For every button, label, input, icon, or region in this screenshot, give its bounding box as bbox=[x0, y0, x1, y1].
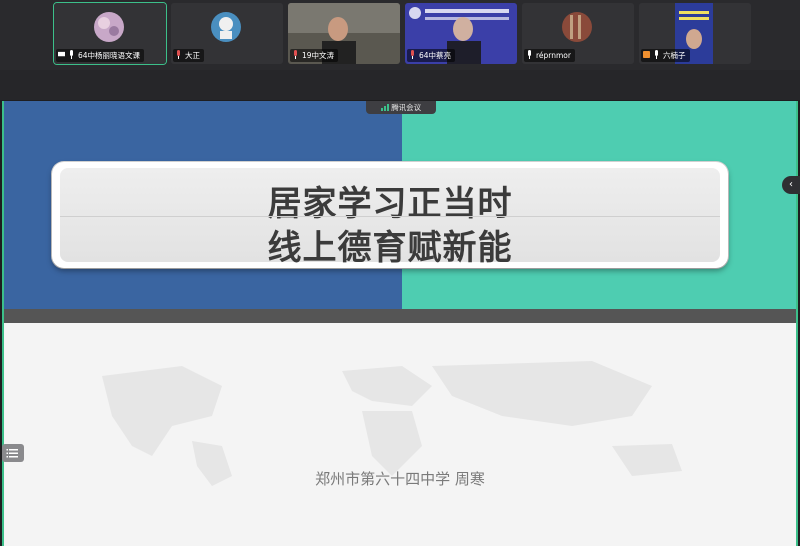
participant-name-tag: 64中蔡亮 bbox=[407, 49, 456, 62]
screen-share-border-left bbox=[2, 101, 4, 546]
host-icon bbox=[643, 51, 650, 58]
world-map-watermark bbox=[102, 361, 682, 486]
slide-title-card: 居家学习正当时 线上德育赋新能 bbox=[52, 162, 728, 268]
slide-divider-strip bbox=[2, 309, 798, 323]
microphone-muted-icon bbox=[177, 50, 180, 59]
participant-name: réprnmor bbox=[536, 51, 571, 60]
meeting-badge[interactable]: 腾讯会议 bbox=[366, 101, 436, 114]
participant-name: 19中文涛 bbox=[302, 51, 335, 60]
participant-tile[interactable]: 六楠子 bbox=[639, 3, 751, 64]
screen-share-icon bbox=[58, 51, 65, 57]
participant-name-tag: réprnmor bbox=[524, 49, 575, 62]
participant-name: 64中杨丽晓语文课 bbox=[78, 51, 141, 60]
participant-tile[interactable]: réprnmor bbox=[522, 3, 634, 64]
presenter-credit: 郑州市第六十四中学 周寒 bbox=[315, 470, 485, 488]
participant-name: 六楠子 bbox=[663, 51, 686, 60]
participant-name: 大正 bbox=[185, 51, 200, 60]
participant-name-tag: 六楠子 bbox=[641, 49, 690, 62]
slide-title-line-2: 线上德育赋新能 bbox=[267, 228, 513, 268]
chevron-left-icon: ‹ bbox=[789, 179, 793, 190]
title-card-inner: 居家学习正当时 线上德育赋新能 bbox=[60, 168, 720, 268]
signal-icon bbox=[380, 104, 389, 111]
side-panel-toggle[interactable]: ‹ bbox=[782, 176, 800, 194]
microphone-icon bbox=[70, 50, 73, 59]
meeting-badge-label: 腾讯会议 bbox=[391, 103, 422, 112]
slide-title-line-1: 居家学习正当时 bbox=[267, 184, 513, 224]
microphone-muted-icon bbox=[294, 50, 297, 59]
member-list-button[interactable] bbox=[2, 444, 24, 462]
list-icon bbox=[6, 449, 18, 458]
participant-name-tag: 大正 bbox=[173, 49, 204, 62]
participant-tile[interactable]: 大正 bbox=[171, 3, 283, 64]
toolbar-gap bbox=[0, 70, 800, 100]
participant-tile[interactable]: 64中杨丽晓语文课 bbox=[53, 2, 167, 65]
participant-name: 64中蔡亮 bbox=[419, 51, 452, 60]
microphone-icon bbox=[528, 50, 531, 59]
participant-name-tag: 64中杨丽晓语文课 bbox=[56, 49, 145, 62]
participant-tile[interactable]: 64中蔡亮 bbox=[405, 3, 517, 64]
screen-share-border-right bbox=[796, 101, 798, 546]
microphone-muted-icon bbox=[411, 50, 414, 59]
participant-strip: 64中杨丽晓语文课 大正 19中文涛 64中蔡亮 réprnmor 六楠子 bbox=[0, 0, 800, 70]
microphone-icon bbox=[655, 50, 658, 59]
participant-name-tag: 19中文涛 bbox=[290, 49, 339, 62]
participant-tile[interactable]: 19中文涛 bbox=[288, 3, 400, 64]
title-divider bbox=[60, 216, 720, 217]
